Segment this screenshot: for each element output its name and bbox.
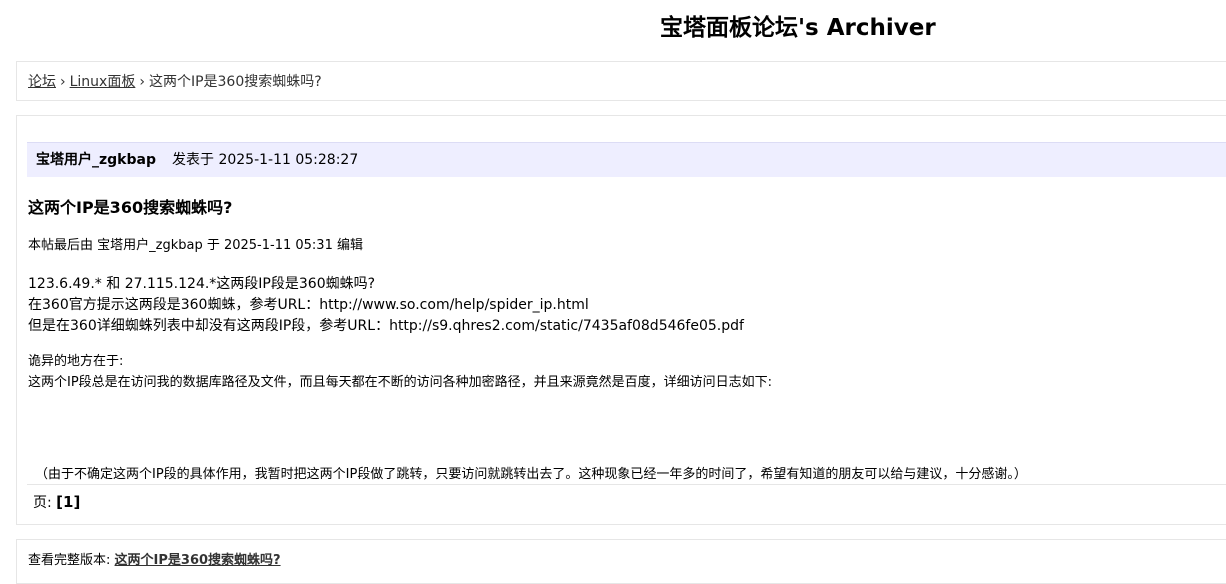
post-edit-note: 本帖最后由 宝塔用户_zgkbap 于 2025-1-11 05:31 编辑 bbox=[28, 238, 363, 253]
pagination: 页: [1] bbox=[33, 492, 80, 513]
breadcrumb-link-forum[interactable]: Linux面板 bbox=[70, 74, 136, 90]
post-date: 发表于 2025-1-11 05:28:27 bbox=[172, 152, 359, 168]
pager-label: 页: bbox=[33, 495, 52, 511]
pager-current-page: [1] bbox=[56, 493, 81, 511]
post-container: 宝塔用户_zgkbap 发表于 2025-1-11 05:28:27 这两个IP… bbox=[16, 115, 1226, 525]
navigation-bar: 论坛 › Linux面板 › 这两个IP是360搜索蜘蛛吗? bbox=[16, 61, 1226, 101]
full-version-link[interactable]: 这两个IP是360搜索蜘蛛吗? bbox=[115, 553, 281, 568]
post-body-line: 在360官方提示这两段是360蜘蛛，参考URL：http://www.so.co… bbox=[28, 297, 589, 313]
post-title: 这两个IP是360搜索蜘蛛吗? bbox=[28, 198, 233, 217]
breadcrumb-link-home[interactable]: 论坛 bbox=[28, 74, 56, 90]
post-body-line: 123.6.49.* 和 27.115.124.*这两段IP段是360蜘蛛吗? bbox=[28, 276, 376, 292]
post-body-line: 这两个IP段总是在访问我的数据库路径及文件，而且每天都在不断的访问各种加密路径，… bbox=[28, 375, 773, 390]
site-title: 宝塔面板论坛's Archiver bbox=[660, 15, 936, 41]
site-header: 宝塔面板论坛's Archiver bbox=[0, 12, 1226, 44]
pager-divider bbox=[27, 484, 1226, 485]
post-body-line: 但是在360详细蜘蛛列表中却没有这两段IP段，参考URL：http://s9.q… bbox=[28, 318, 744, 334]
breadcrumb: 论坛 › Linux面板 › 这两个IP是360搜索蜘蛛吗? bbox=[28, 72, 322, 92]
breadcrumb-separator: › bbox=[60, 74, 66, 90]
full-version-label: 查看完整版本: bbox=[28, 553, 111, 568]
breadcrumb-current: 这两个IP是360搜索蜘蛛吗? bbox=[148, 74, 322, 90]
post-meta-bar: 宝塔用户_zgkbap 发表于 2025-1-11 05:28:27 bbox=[27, 142, 1226, 177]
post-body-line: 诡异的地方在于: bbox=[28, 354, 124, 369]
breadcrumb-separator: › bbox=[139, 74, 145, 90]
full-version-notice: 查看完整版本: 这两个IP是360搜索蜘蛛吗? bbox=[28, 552, 281, 570]
footer-bar: 查看完整版本: 这两个IP是360搜索蜘蛛吗? bbox=[16, 539, 1226, 584]
post-body-line: （由于不确定这两个IP段的具体作用，我暂时把这两个IP段做了跳转，只要访问就跳转… bbox=[35, 467, 1027, 482]
post-author: 宝塔用户_zgkbap bbox=[36, 152, 156, 168]
